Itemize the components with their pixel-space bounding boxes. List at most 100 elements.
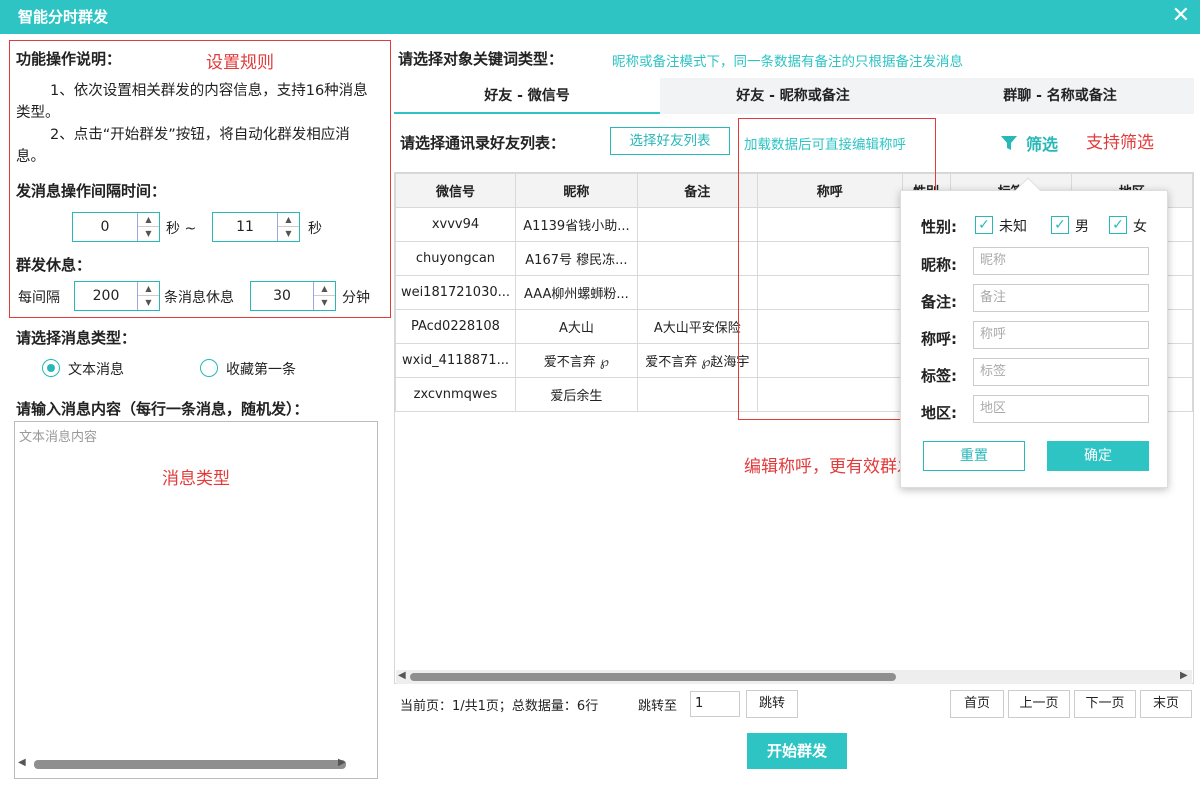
table-cell: zxcvnmqwes [395, 377, 516, 412]
interval-min-value[interactable]: 0 [73, 213, 137, 241]
pager-first-button[interactable]: 首页 [950, 690, 1004, 718]
instructions-heading: 功能操作说明： [16, 50, 122, 68]
scroll-left-icon[interactable]: ◀ [398, 670, 406, 681]
keyword-hint: 昵称或备注模式下，同一条数据有备注的只根据备注发消息 [612, 54, 963, 70]
msgtype-text-label: 文本消息 [68, 362, 124, 378]
title-bar: 智能分时群发 ✕ [0, 0, 1200, 34]
region-label: 地区: [921, 404, 957, 422]
content-heading: 请输入消息内容（每行一条消息，随机发）： [16, 400, 309, 418]
rest-count-value[interactable]: 200 [75, 282, 137, 310]
rest-prefix: 每间隔 [18, 290, 60, 306]
pager-jump-input[interactable]: 1 [690, 691, 740, 717]
select-friends-button[interactable]: 选择好友列表 [610, 127, 730, 155]
tag-label: 标签: [921, 367, 957, 385]
stepper-up-icon[interactable]: ▲ [138, 213, 159, 227]
column-header[interactable]: 昵称 [514, 173, 638, 208]
pager-prev-button[interactable]: 上一页 [1008, 690, 1070, 718]
remark-label: 备注: [921, 293, 957, 311]
stepper-down-icon[interactable]: ▼ [138, 227, 159, 241]
table-cell: chuyongcan [395, 241, 516, 276]
tab-friend-wechat-id[interactable]: 好友 - 微信号 [394, 78, 660, 114]
start-broadcast-button[interactable]: 开始群发 [747, 733, 847, 769]
stepper-up-icon[interactable]: ▲ [278, 213, 299, 227]
scroll-left-icon[interactable]: ◀ [18, 757, 26, 768]
filter-confirm-button[interactable]: 确定 [1047, 441, 1149, 471]
content-hscrollbar[interactable]: ◀ ▶ [16, 757, 346, 771]
remark-filter-input[interactable]: 备注 [973, 284, 1149, 312]
table-cell: 爱不言弃 ℘ [514, 343, 638, 378]
rest-unit: 分钟 [342, 290, 370, 306]
table-cell: xvvv94 [395, 207, 516, 242]
checkbox-checked-icon[interactable]: ✓ [1051, 216, 1069, 234]
instructions-text-2: 2、点击“开始群发”按钮，将自动化群发相应消息。 [16, 127, 350, 165]
pager-jump-button[interactable]: 跳转 [746, 690, 798, 718]
radio-unselected-icon[interactable] [200, 359, 218, 377]
rest-middle-label: 条消息休息 [164, 290, 234, 306]
interval-max-stepper[interactable]: 11 ▲ ▼ [212, 212, 300, 242]
annotation-msgtype: 消息类型 [162, 469, 230, 489]
tab-group-name[interactable]: 群聊 - 名称或备注 [926, 78, 1194, 114]
nickname-filter-input[interactable]: 昵称 [973, 247, 1149, 275]
checkbox-checked-icon[interactable]: ✓ [1109, 216, 1127, 234]
table-cell: A1139省钱小助... [514, 207, 638, 242]
title-filter-input[interactable]: 称呼 [973, 321, 1149, 349]
scroll-right-icon[interactable]: ▶ [338, 757, 346, 768]
interval-separator: 秒 ~ [166, 221, 197, 237]
gender-female-label[interactable]: 女 [1133, 216, 1147, 236]
interval-heading: 发消息操作间隔时间： [16, 182, 167, 200]
rest-minutes-value[interactable]: 30 [251, 282, 313, 310]
rest-heading: 群发休息： [16, 256, 92, 274]
rest-count-stepper[interactable]: 200 ▲ ▼ [74, 281, 160, 311]
annotation-rules: 设置规则 [206, 53, 274, 73]
gender-unknown-label[interactable]: 未知 [999, 216, 1027, 236]
scroll-thumb[interactable] [34, 760, 346, 769]
stepper-up-icon[interactable]: ▲ [314, 282, 335, 296]
pager-last-button[interactable]: 末页 [1140, 690, 1192, 718]
radio-selected-icon[interactable] [42, 359, 60, 377]
gender-male-label[interactable]: 男 [1075, 216, 1089, 236]
tag-filter-input[interactable]: 标签 [973, 358, 1149, 386]
interval-min-stepper[interactable]: 0 ▲ ▼ [72, 212, 160, 242]
close-icon[interactable]: ✕ [1172, 3, 1190, 28]
scroll-thumb[interactable] [410, 673, 896, 681]
table-cell: A167号 穆民冻... [514, 241, 638, 276]
interval-unit: 秒 [308, 221, 322, 237]
table-hscrollbar[interactable]: ◀ ▶ [396, 670, 1192, 684]
table-cell: wei181721030... [395, 275, 516, 310]
stepper-up-icon[interactable]: ▲ [138, 282, 159, 296]
pager-info: 当前页：1/共1页；总数据量：6行 [400, 699, 599, 714]
msgtype-favorite-label: 收藏第一条 [226, 362, 296, 378]
table-cell: A大山 [514, 309, 638, 344]
filter-label: 筛选 [1026, 135, 1059, 154]
table-cell: 爱后余生 [514, 377, 638, 412]
filter-reset-button[interactable]: 重置 [923, 441, 1025, 471]
scroll-right-icon[interactable]: ▶ [1180, 670, 1188, 681]
msgtype-heading: 请选择消息类型： [16, 329, 137, 347]
table-cell: wxid_4118871... [395, 343, 516, 378]
column-header[interactable]: 微信号 [395, 173, 516, 208]
gender-label: 性别: [921, 218, 957, 236]
nickname-label: 昵称: [921, 256, 957, 274]
content-placeholder: 文本消息内容 [19, 430, 98, 445]
annotation-filter: 支持筛选 [1086, 133, 1154, 153]
checkbox-checked-icon[interactable]: ✓ [975, 216, 993, 234]
filter-icon [1001, 136, 1017, 150]
window-title: 智能分时群发 [18, 8, 109, 26]
region-filter-input[interactable]: 地区 [973, 395, 1149, 423]
keyword-heading: 请选择对象关键词类型： [398, 50, 564, 68]
pager-next-button[interactable]: 下一页 [1074, 690, 1136, 718]
pager-jump-label: 跳转至 [638, 699, 678, 714]
tab-friend-nickname[interactable]: 好友 - 昵称或备注 [660, 78, 926, 114]
stepper-down-icon[interactable]: ▼ [314, 296, 335, 310]
rest-minutes-stepper[interactable]: 30 ▲ ▼ [250, 281, 336, 311]
instructions-text-1: 1、依次设置相关群发的内容信息，支持16种消息类型。 [16, 83, 368, 121]
annotation-edit: 编辑称呼，更有效群发 [744, 457, 914, 477]
title-label: 称呼: [921, 330, 957, 348]
stepper-down-icon[interactable]: ▼ [138, 296, 159, 310]
filter-popup: 性别: ✓ 未知 ✓ 男 ✓ 女 昵称: 昵称 备注: 备注 称呼: 称呼 标签… [900, 177, 1168, 488]
interval-max-value[interactable]: 11 [213, 213, 277, 241]
table-cell: PAcd0228108 [395, 309, 516, 344]
stepper-down-icon[interactable]: ▼ [278, 227, 299, 241]
table-cell: AAA柳州螺蛳粉... [514, 275, 638, 310]
friends-heading: 请选择通讯录好友列表： [400, 134, 566, 152]
